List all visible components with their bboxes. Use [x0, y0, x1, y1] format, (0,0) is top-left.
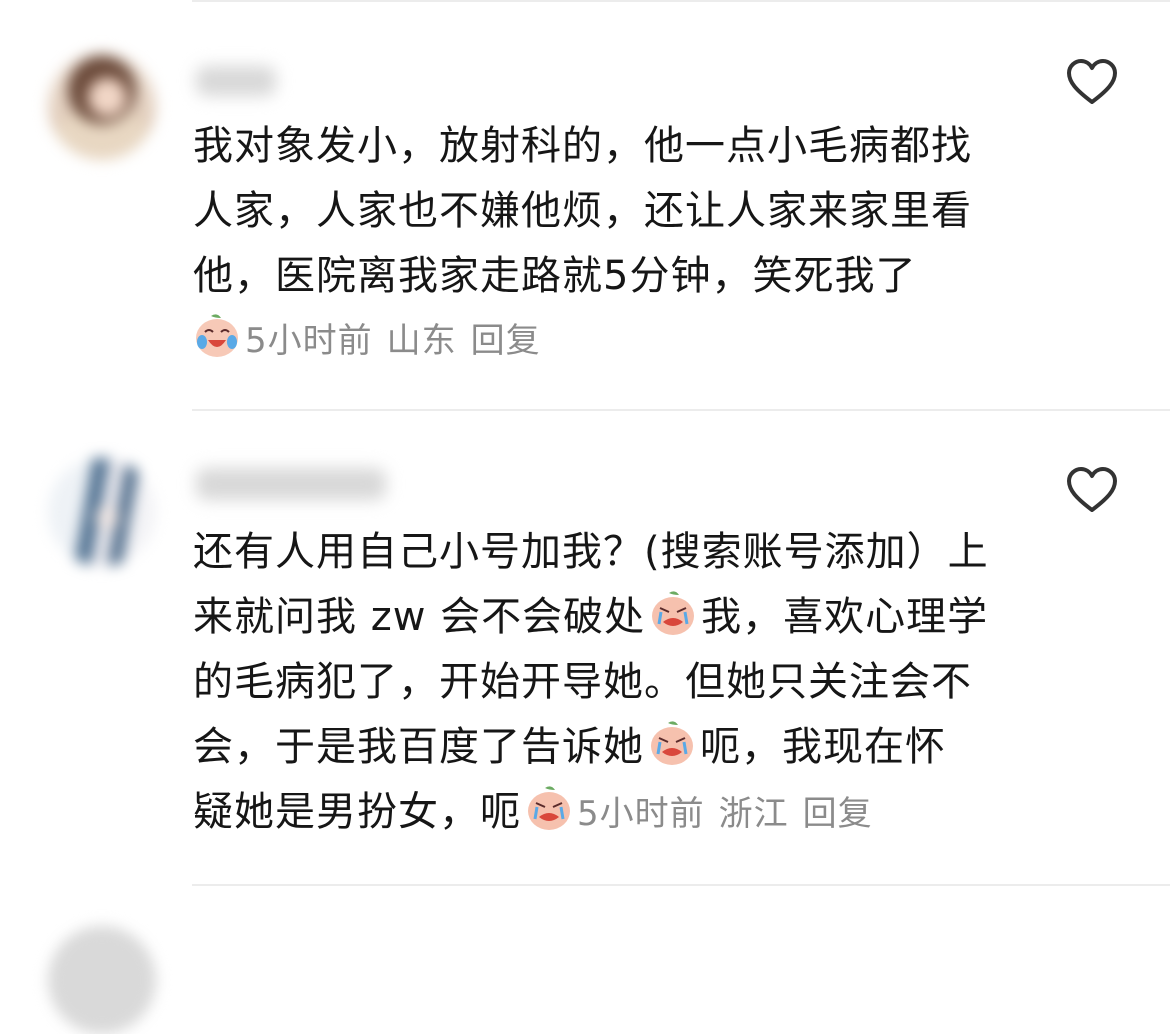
crying-emoji-icon: [528, 786, 570, 830]
comment-meta: 5小时前 山东 回复: [193, 309, 1023, 374]
comment-text: 还有人用自己小号加我？(搜索账号添加）上 来就问我 zw 会不会破处 我，喜欢心…: [193, 529, 989, 835]
avatar[interactable]: [48, 926, 156, 1034]
comment-meta: 5小时前 浙江 回复: [577, 794, 873, 834]
avatar[interactable]: [48, 52, 156, 160]
crying-emoji-icon: [652, 591, 695, 635]
heart-outline-icon[interactable]: [1066, 58, 1118, 106]
comment-location: 浙江: [718, 794, 789, 834]
comment-time: 5小时前: [577, 794, 705, 834]
crying-emoji-icon: [651, 721, 693, 765]
comment-divider: [192, 409, 1170, 411]
avatar[interactable]: [48, 458, 156, 566]
comment-divider: [192, 884, 1170, 886]
comment-item: 我对象发小，放射科的，他一点小毛病都找 人家，人家也不嫌他烦，还让人家来家里看 …: [0, 0, 1170, 412]
comment-location: 山东: [386, 321, 457, 361]
comment-time: 5小时前: [245, 321, 373, 361]
heart-outline-icon[interactable]: [1066, 466, 1118, 514]
username-redacted[interactable]: [196, 66, 276, 96]
laughing-crying-emoji-icon: [196, 314, 238, 357]
reply-button[interactable]: 回复: [803, 794, 873, 834]
comment-text: 我对象发小，放射科的，他一点小毛病都找 人家，人家也不嫌他烦，还让人家来家里看 …: [193, 114, 1023, 374]
comment-item: 还有人用自己小号加我？(搜索账号添加）上 来就问我 zw 会不会破处 我，喜欢心…: [0, 412, 1170, 884]
username-redacted[interactable]: [196, 468, 386, 500]
reply-button[interactable]: 回复: [471, 321, 541, 361]
